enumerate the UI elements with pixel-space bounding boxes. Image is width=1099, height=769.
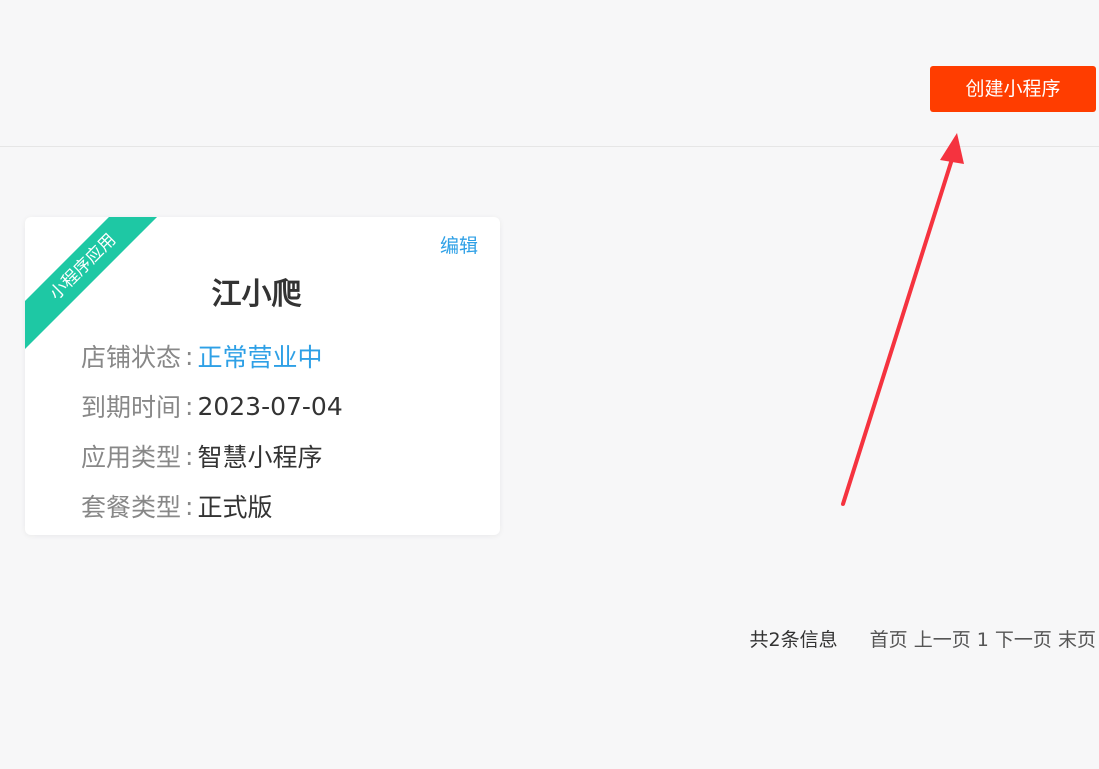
pagination: 共2条信息 首页 上一页 1 下一页 末页 <box>750 625 1096 652</box>
first-page-link[interactable]: 首页 <box>870 629 908 651</box>
plan-type-value: 正式版 <box>197 493 273 522</box>
card-title: 江小爬 <box>211 277 302 312</box>
header-divider <box>0 146 1099 147</box>
info-row-shop-status: 店铺状态 : 正常营业中 <box>81 331 343 381</box>
mini-program-card: 小程序应用 编辑 江小爬 店铺状态 : 正常营业中 到期时间 : 2023-07… <box>25 217 500 535</box>
info-row-app-type: 应用类型 : 智慧小程序 <box>81 431 343 481</box>
app-type-value: 智慧小程序 <box>197 443 323 472</box>
info-row-expiry-date: 到期时间 : 2023-07-04 <box>81 381 343 431</box>
next-page-link[interactable]: 下一页 <box>995 629 1052 651</box>
info-list: 店铺状态 : 正常营业中 到期时间 : 2023-07-04 应用类型 : 智慧… <box>81 331 343 531</box>
edit-link[interactable]: 编辑 <box>440 231 478 258</box>
total-count: 共2条信息 <box>749 629 838 651</box>
info-label: 店铺状态 <box>81 343 182 372</box>
info-separator: : <box>185 441 194 471</box>
info-label: 应用类型 <box>81 443 182 472</box>
info-label: 套餐类型 <box>81 493 182 522</box>
info-label: 到期时间 <box>81 393 182 422</box>
info-row-plan-type: 套餐类型 : 正式版 <box>81 481 343 531</box>
current-page-number[interactable]: 1 <box>977 629 989 651</box>
page: 创建小程序 小程序应用 编辑 江小爬 店铺状态 : 正常营业中 到期时间 : 2… <box>0 0 1099 769</box>
info-separator: : <box>185 491 194 521</box>
create-mini-program-button[interactable]: 创建小程序 <box>930 66 1096 112</box>
shop-status-value: 正常营业中 <box>197 343 323 372</box>
expiry-date-value: 2023-07-04 <box>197 391 343 421</box>
last-page-link[interactable]: 末页 <box>1058 629 1096 651</box>
info-separator: : <box>185 341 194 371</box>
prev-page-link[interactable]: 上一页 <box>914 629 971 651</box>
info-separator: : <box>185 391 194 421</box>
